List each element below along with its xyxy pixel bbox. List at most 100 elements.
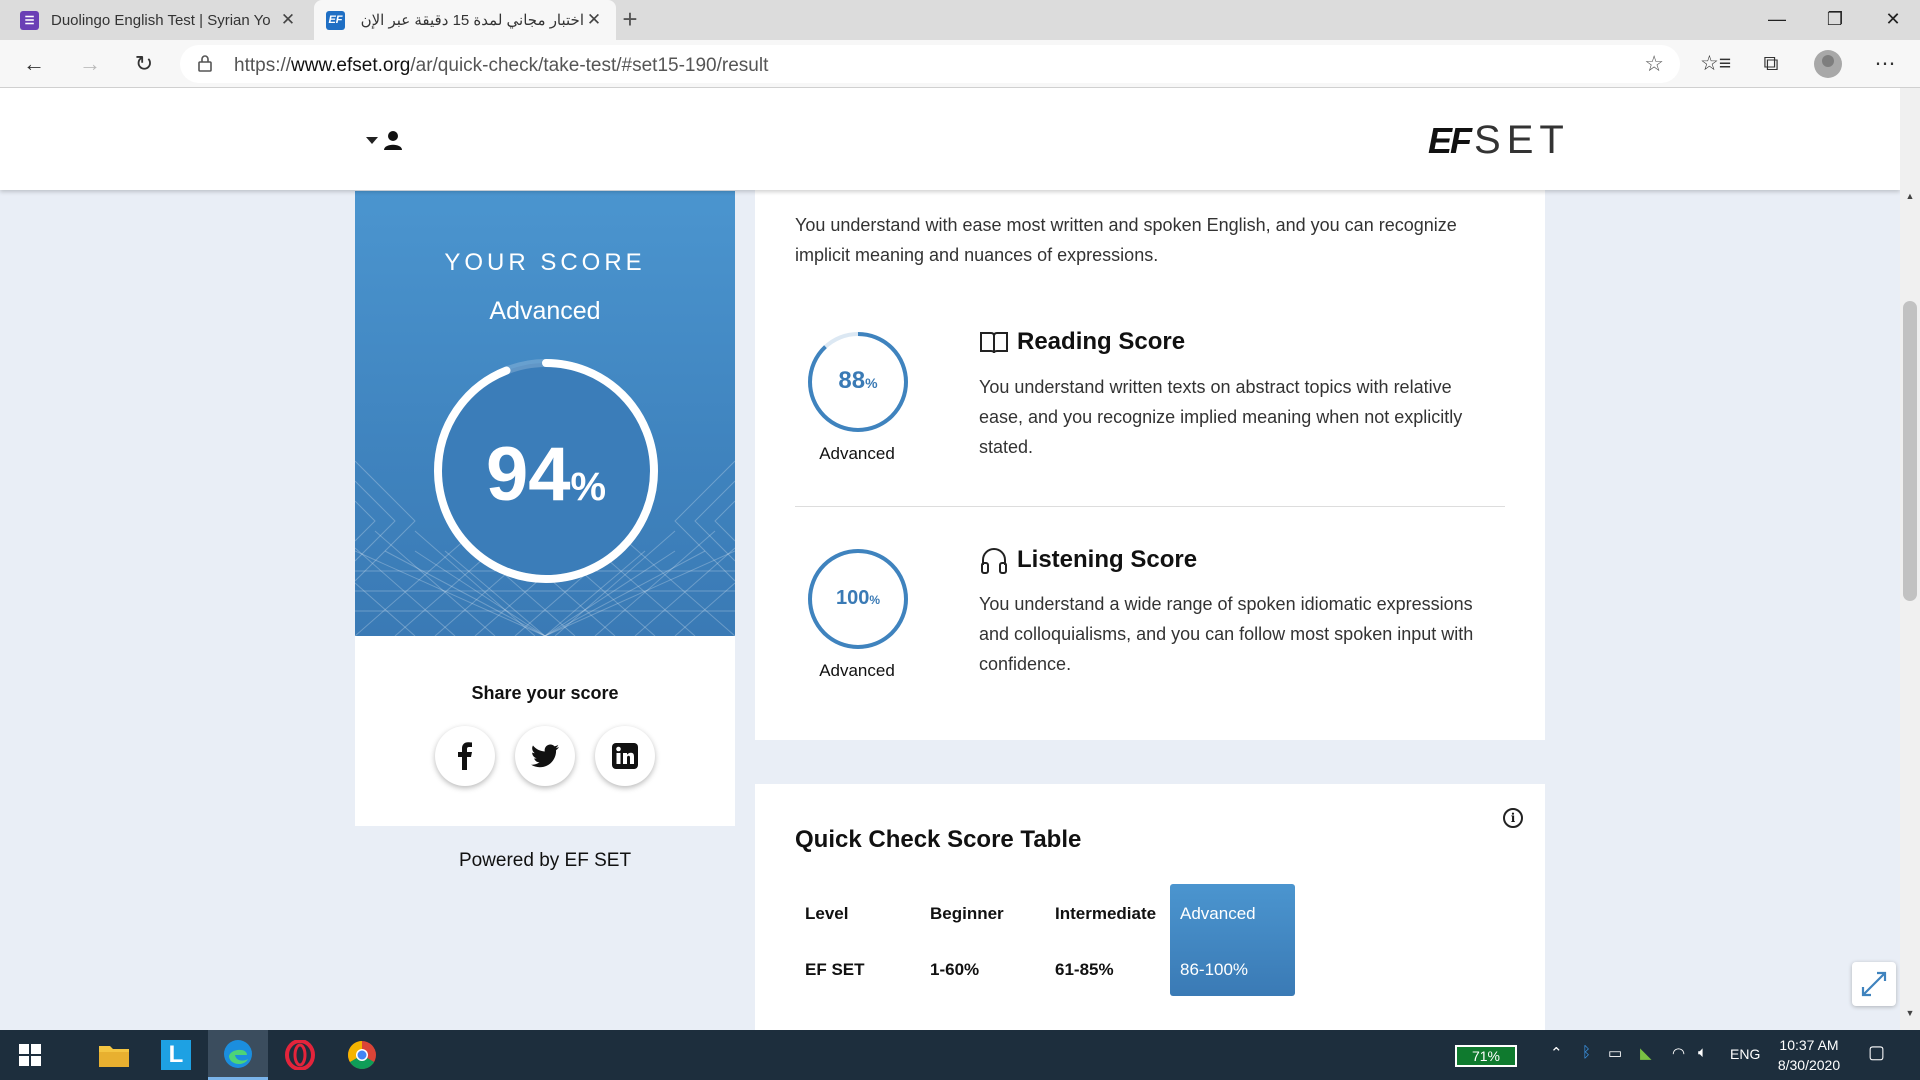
score-panel: YOUR SCORE Advanced 94% [355,191,735,636]
score-table-card: Quick Check Score Table i Level Beginner… [755,784,1545,1030]
score-table-title: Quick Check Score Table [795,826,1082,853]
reading-score-title: Reading Score [979,328,1185,356]
tab-duolingo[interactable]: ☰ Duolingo English Test | Syrian Yo ✕ [8,0,310,40]
chrome-app[interactable] [332,1030,392,1080]
clock-time: 10:37 AM [1779,1037,1839,1053]
listening-score-number: 100 [835,587,870,609]
scroll-up-arrow[interactable]: ▲ [1900,191,1920,205]
lock-icon [198,55,212,72]
reading-score-number: 88 [838,367,866,394]
file-explorer-app[interactable] [84,1030,144,1080]
power-icon[interactable]: ▭ [1608,1044,1622,1062]
close-tab-icon[interactable]: ✕ [278,10,298,30]
listening-score-title: Listening Score [979,545,1197,575]
l-app-icon: L [161,1040,191,1070]
refresh-button[interactable]: ↻ [126,46,162,82]
url-domain: www.efset.org [291,55,411,76]
table-cell-intermediate: 61-85% [1055,960,1114,979]
back-button[interactable]: ← [16,46,52,82]
tab-title: Duolingo English Test | Syrian Yo [51,11,271,29]
efset-logo[interactable]: EF SET [1428,118,1570,163]
windows-icon [19,1044,41,1066]
logo-ef: EF [1428,119,1472,161]
volume-icon[interactable]: 🔈︎ [1698,1044,1707,1061]
edge-icon [224,1039,252,1068]
profile-avatar[interactable] [1814,50,1842,78]
caret-down-icon [366,136,378,144]
user-icon [384,131,402,150]
url-text[interactable]: https://www.efset.org/ar/quick-check/tak… [234,55,768,77]
ef-favicon: EF [326,10,345,30]
site-header: EF SET [0,88,1900,190]
scroll-thumb[interactable] [1903,301,1917,601]
opera-icon [285,1040,315,1070]
facebook-share-button[interactable] [435,726,495,786]
tab-title: اختبار مجاني لمدة 15 دقيقة عبر الإن [360,12,584,29]
reading-score-percent: % [865,375,878,391]
tasks-icon: ☰ [20,10,39,30]
battery-indicator[interactable]: 71% [1455,1045,1517,1067]
section-divider [795,506,1505,507]
reading-description: You understand written texts on abstract… [979,377,1463,457]
linkedin-share-button[interactable] [595,726,655,786]
reading-title-text: Reading Score [1017,328,1186,355]
twitter-icon [531,744,559,768]
tab-strip: ☰ Duolingo English Test | Syrian Yo ✕ EF… [0,0,1920,40]
overall-score-number: 94 [485,432,571,517]
favorite-star-icon[interactable]: ☆ [1644,51,1664,77]
powered-by: Powered by EF SET [458,850,632,871]
clock-date: 8/30/2020 [1777,1057,1841,1073]
listening-description: You understand a wide range of spoken id… [979,594,1474,674]
facebook-icon [458,742,472,770]
table-cell-advanced: 86-100% [1180,960,1249,979]
expand-button[interactable] [1852,962,1896,1006]
address-bar[interactable]: https://www.efset.org/ar/quick-check/tak… [180,45,1680,83]
nvidia-icon[interactable]: ◣ [1640,1044,1652,1062]
opera-app[interactable] [270,1030,330,1080]
linkedin-icon [612,743,638,769]
listening-title-text: Listening Score [1017,546,1198,573]
logo-set: SET [1474,118,1570,162]
your-score-heading: YOUR SCORE [444,249,646,276]
l-app[interactable]: L [146,1030,206,1080]
start-button[interactable] [0,1030,60,1080]
system-clock[interactable]: 10:37 AM 8/30/2020 [1764,1035,1854,1075]
listening-score-percent: % [869,593,881,607]
overall-summary-text: You understand with ease most written an… [795,215,1457,265]
wifi-icon[interactable]: ◠ [1672,1044,1685,1062]
bluetooth-icon[interactable]: ᛒ [1582,1044,1591,1061]
more-menu-icon[interactable]: ⋯ [1870,49,1900,79]
table-cell-efset: EF SET [805,960,865,979]
overall-level: Advanced [489,297,601,325]
tab-efset[interactable]: EF اختبار مجاني لمدة 15 دقيقة عبر الإن ✕ [314,0,616,40]
close-tab-icon[interactable]: ✕ [584,10,604,30]
show-hidden-icons[interactable]: ⌃ [1550,1044,1563,1062]
collections-icon[interactable]: ⧉ [1756,49,1786,79]
url-scheme: https:// [234,55,292,76]
favorites-icon[interactable]: ☆≡ [1700,49,1731,79]
reading-level: Advanced [819,444,895,463]
scroll-down-arrow[interactable]: ▼ [1900,1008,1920,1022]
overall-score-percent: % [570,465,607,509]
score-card: YOUR SCORE Advanced 94% Share your score [355,191,735,826]
forward-button[interactable]: → [72,46,108,82]
language-indicator[interactable]: ENG [1730,1046,1760,1062]
listening-score-value: 100% [806,587,910,610]
new-tab-button[interactable]: + [614,4,646,36]
restore-button[interactable]: ❐ [1806,0,1864,40]
close-window-button[interactable]: ✕ [1864,0,1920,40]
user-menu[interactable] [366,130,402,150]
headphones-icon [981,548,1007,574]
info-icon[interactable]: i [1503,808,1523,828]
notifications-icon[interactable]: ▢ [1868,1042,1885,1063]
windows-taskbar: L 71% ⌃ ᛒ ▭ ◣ ◠ 🔈︎ ENG 10:37 AM 8/30/202… [0,1030,1920,1080]
page-scrollbar[interactable]: ▲ ▼ [1900,88,1920,1030]
address-toolbar: ← → ↻ https://www.efset.org/ar/quick-che… [0,40,1920,88]
url-path: /ar/quick-check/take-test/#set15-190/res… [410,55,769,76]
page-viewport: EF SET YOUR SCORE Advanced 94% Share you… [0,88,1900,1030]
overall-score-value: 94% [431,431,661,518]
book-icon [980,332,1008,354]
edge-browser-app[interactable] [208,1030,268,1080]
minimize-button[interactable]: — [1748,0,1806,40]
twitter-share-button[interactable] [515,726,575,786]
